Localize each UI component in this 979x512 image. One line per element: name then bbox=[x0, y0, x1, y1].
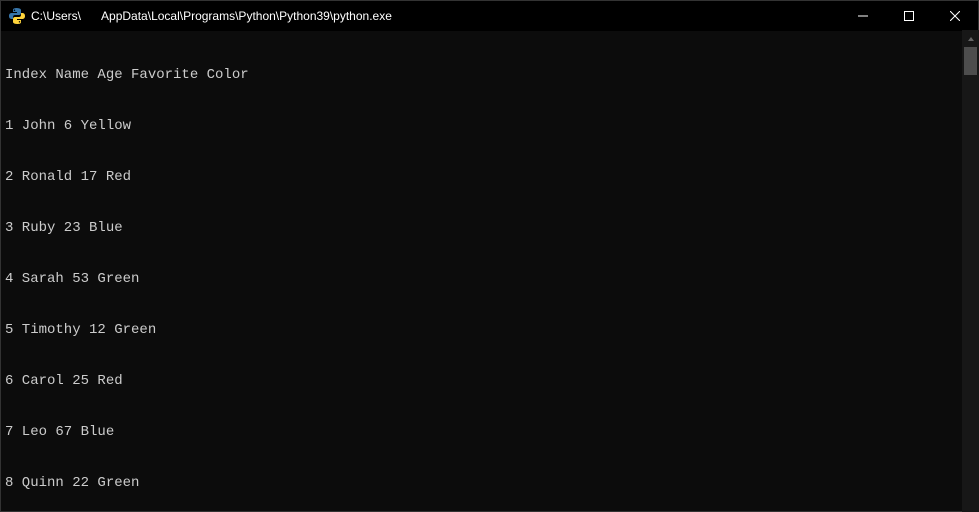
minimize-button[interactable] bbox=[840, 1, 886, 31]
python-icon bbox=[9, 8, 25, 24]
title-path-prefix: C:\Users\ bbox=[31, 9, 81, 23]
console-window: C:\Users\ AppData\Local\Programs\Python\… bbox=[0, 0, 979, 512]
scroll-up-button[interactable] bbox=[962, 30, 979, 47]
title-path-suffix: AppData\Local\Programs\Python\Python39\p… bbox=[101, 9, 392, 23]
close-button[interactable] bbox=[932, 1, 978, 31]
titlebar[interactable]: C:\Users\ AppData\Local\Programs\Python\… bbox=[1, 1, 978, 31]
output-row: 6 Carol 25 Red bbox=[5, 373, 974, 390]
maximize-button[interactable] bbox=[886, 1, 932, 31]
console-output[interactable]: Index Name Age Favorite Color 1 John 6 Y… bbox=[1, 31, 978, 511]
output-row: 8 Quinn 22 Green bbox=[5, 475, 974, 492]
output-row: 7 Leo 67 Blue bbox=[5, 424, 974, 441]
output-row: 2 Ronald 17 Red bbox=[5, 169, 974, 186]
output-row: 3 Ruby 23 Blue bbox=[5, 220, 974, 237]
title-path-gap bbox=[81, 9, 101, 23]
scroll-thumb[interactable] bbox=[964, 47, 977, 75]
vertical-scrollbar[interactable] bbox=[962, 30, 979, 512]
output-header: Index Name Age Favorite Color bbox=[5, 67, 974, 84]
output-row: 5 Timothy 12 Green bbox=[5, 322, 974, 339]
window-controls bbox=[840, 1, 978, 31]
output-row: 4 Sarah 53 Green bbox=[5, 271, 974, 288]
output-row: 1 John 6 Yellow bbox=[5, 118, 974, 135]
